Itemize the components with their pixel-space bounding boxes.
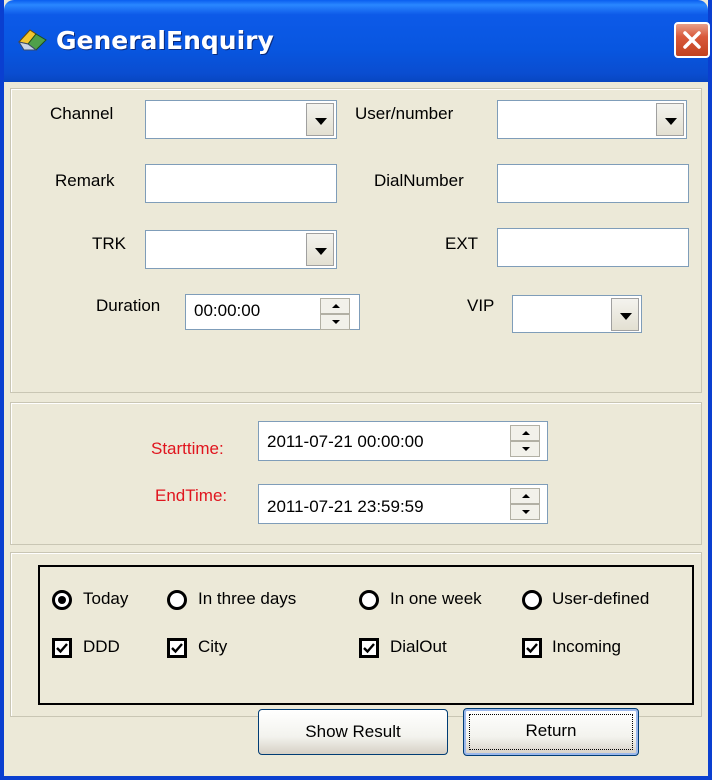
close-button[interactable] bbox=[674, 22, 710, 58]
channel-label: Channel bbox=[50, 104, 114, 123]
show-result-button[interactable]: Show Result bbox=[258, 709, 448, 755]
remark-input[interactable] bbox=[145, 164, 337, 203]
check-dialout[interactable] bbox=[359, 638, 379, 658]
checkmark-icon bbox=[363, 643, 375, 654]
chevron-down-icon[interactable] bbox=[306, 233, 334, 266]
check-incoming[interactable] bbox=[522, 638, 542, 658]
check-city[interactable] bbox=[167, 638, 187, 658]
title-bar[interactable]: GeneralEnquiry bbox=[4, 0, 710, 82]
checkmark-icon bbox=[56, 643, 68, 654]
radio-user-defined-label[interactable]: User-defined bbox=[552, 589, 649, 609]
trk-combo[interactable] bbox=[145, 230, 337, 269]
check-ddd-label[interactable]: DDD bbox=[83, 637, 120, 657]
chevron-down-icon[interactable] bbox=[611, 298, 639, 331]
general-enquiry-window: GeneralEnquiry Channel User/number Remar… bbox=[0, 0, 712, 780]
duration-value[interactable]: 00:00:00 bbox=[194, 301, 260, 320]
end-time-label: EndTime: bbox=[155, 486, 228, 505]
radio-today-label[interactable]: Today bbox=[83, 589, 128, 609]
user-number-label: User/number bbox=[355, 104, 454, 123]
checkmark-icon bbox=[526, 643, 538, 654]
vip-label: VIP bbox=[467, 296, 495, 315]
radio-today[interactable] bbox=[52, 590, 72, 610]
check-ddd[interactable] bbox=[52, 638, 72, 658]
ext-input[interactable] bbox=[497, 228, 689, 267]
start-time-value[interactable]: 2011-07-21 00:00:00 bbox=[267, 432, 424, 451]
close-icon bbox=[683, 31, 701, 49]
chevron-down-icon[interactable] bbox=[306, 103, 334, 136]
spin-up-icon[interactable] bbox=[320, 298, 350, 314]
radio-three-days[interactable] bbox=[167, 590, 187, 610]
duration-label: Duration bbox=[96, 296, 161, 315]
radio-user-defined[interactable] bbox=[522, 590, 542, 610]
spin-up-icon[interactable] bbox=[510, 425, 540, 441]
start-time-field[interactable]: 2011-07-21 00:00:00 bbox=[258, 421, 548, 461]
trk-label: TRK bbox=[92, 234, 126, 253]
app-icon bbox=[17, 29, 47, 51]
return-button[interactable]: Return bbox=[463, 708, 639, 756]
check-dialout-label[interactable]: DialOut bbox=[390, 637, 447, 657]
dial-number-label: DialNumber bbox=[374, 171, 464, 190]
check-incoming-label[interactable]: Incoming bbox=[552, 637, 621, 657]
end-time-spinner[interactable] bbox=[510, 488, 540, 520]
user-number-combo[interactable] bbox=[497, 100, 687, 139]
focus-rect bbox=[469, 714, 633, 750]
vip-combo[interactable] bbox=[512, 295, 642, 333]
check-city-label[interactable]: City bbox=[198, 637, 227, 657]
end-time-field[interactable]: 2011-07-21 23:59:59 bbox=[258, 484, 548, 524]
chevron-down-icon[interactable] bbox=[656, 103, 684, 136]
spin-up-icon[interactable] bbox=[510, 488, 540, 504]
radio-one-week-label[interactable]: In one week bbox=[390, 589, 482, 609]
duration-spinner[interactable] bbox=[320, 298, 350, 330]
spin-down-icon[interactable] bbox=[510, 441, 540, 457]
channel-combo[interactable] bbox=[145, 100, 337, 139]
end-time-value[interactable]: 2011-07-21 23:59:59 bbox=[267, 497, 424, 516]
radio-three-days-label[interactable]: In three days bbox=[198, 589, 296, 609]
options-box bbox=[38, 565, 694, 705]
ext-label: EXT bbox=[445, 234, 479, 253]
start-time-label: Starttime: bbox=[151, 439, 224, 458]
window-title: GeneralEnquiry bbox=[56, 26, 274, 55]
checkmark-icon bbox=[171, 643, 183, 654]
start-time-spinner[interactable] bbox=[510, 425, 540, 457]
radio-one-week[interactable] bbox=[359, 590, 379, 610]
spin-down-icon[interactable] bbox=[320, 314, 350, 330]
dial-number-input[interactable] bbox=[497, 164, 689, 203]
remark-label: Remark bbox=[55, 171, 115, 190]
spin-down-icon[interactable] bbox=[510, 504, 540, 520]
